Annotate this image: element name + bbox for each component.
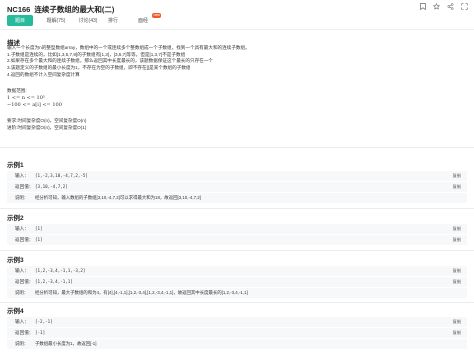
- example-1-note-box: 说明： 经分析可知，输入数组的子数组[3,10,-4,7,2]可以求得最大和为1…: [7, 193, 467, 203]
- example-1-output-box: 返回值： [3,10,-4,7,2] 复制: [7, 182, 467, 192]
- complexity-requirement: 要求:时间复杂度O(n)，空间复杂度O(n): [7, 118, 87, 123]
- example-4-input-box: 输入： [-2,-1] 复制: [7, 317, 467, 327]
- example-1-input-box: 输入： [1,-2,3,10,-4,7,2,-5] 复制: [7, 171, 467, 181]
- tab-solutions[interactable]: 题解(75): [43, 15, 69, 26]
- input-value: [1,2,-3,4,-1,1,-3,2]: [35, 268, 86, 273]
- tab-discussion[interactable]: 讨论(43): [75, 15, 101, 26]
- copy-button[interactable]: 复制: [453, 330, 461, 336]
- new-badge: new: [152, 13, 162, 18]
- example-1-title: 示例1: [7, 162, 24, 169]
- tab-bar: 题目 题解(75) 讨论(43) 排行 面经 new: [0, 13, 474, 28]
- section-divider: [0, 208, 474, 209]
- output-value: [3,10,-4,7,2]: [35, 184, 68, 189]
- note-label: 说明：: [15, 290, 29, 295]
- input-label: 输入：: [15, 226, 29, 231]
- output-value: [-1]: [35, 330, 46, 335]
- output-value: [1,2,-3,4,-1,1]: [35, 279, 73, 284]
- section-divider: [0, 250, 474, 251]
- description-line: 4.返回的数组不计入空间复杂度计算: [7, 72, 80, 77]
- section-divider: [0, 302, 474, 303]
- tab-ranking[interactable]: 排行: [104, 15, 122, 26]
- copy-button[interactable]: 复制: [453, 237, 461, 243]
- example-note: 说明： 经分析可知，输入数组的子数组[3,10,-4,7,2]可以求得最大和为1…: [15, 195, 201, 201]
- problem-title: 连续子数组的最大和(二): [34, 5, 115, 14]
- note-text: 子数组最小长度为1，故返回[-1]: [35, 341, 97, 346]
- example-note: 说明： 子数组最小长度为1，故返回[-1]: [15, 341, 96, 347]
- example-4-output-box: 返回值： [-1] 复制: [7, 328, 467, 338]
- output-label: 返回值：: [15, 330, 34, 335]
- tab-interview[interactable]: 面经: [134, 15, 152, 26]
- bookmark-icon[interactable]: [419, 3, 426, 10]
- example-3-output-box: 返回值： [1,2,-3,4,-1,1] 复制: [7, 277, 467, 287]
- tab-divider: [0, 29, 474, 30]
- header-actions: [419, 3, 468, 10]
- input-value: [-2,-1]: [35, 319, 53, 324]
- copy-button[interactable]: 复制: [453, 226, 461, 232]
- section-divider: [0, 147, 474, 148]
- example-note: 说明： 经分析可知，最大子数组的和为4，有[4],[4,-1,1],[1,2,-…: [15, 290, 248, 296]
- range-constraint-n: 1 <= n <= 10⁵: [7, 95, 45, 101]
- problem-id: NC166: [7, 5, 31, 14]
- input-value: [1]: [35, 226, 43, 231]
- note-text: 经分析可知，输入数组的子数组[3,10,-4,7,2]可以求得最大和为18，故返…: [35, 195, 201, 200]
- input-value: [1,-2,3,10,-4,7,2,-5]: [35, 173, 88, 178]
- complexity-advanced: 进阶:时间复杂度O(n)，空间复杂度O(1): [7, 125, 87, 130]
- range-heading: 数据范围:: [7, 88, 27, 93]
- input-label: 输入：: [15, 173, 29, 178]
- star-icon[interactable]: [433, 3, 440, 10]
- description-line: 2.如果存在多个最大和的连续子数组，那么返回其中长度最长的，该题数据保证这个最长…: [7, 58, 213, 63]
- problem-header: NC166 连续子数组的最大和(二): [0, 0, 474, 15]
- output-label: 返回值：: [15, 279, 34, 284]
- description-line: 3.该题定义的子数组的最小长度为1，不存在为空的子数组，即不存在[]是某个数组的…: [7, 65, 191, 70]
- example-4-title: 示例4: [7, 308, 24, 315]
- note-label: 说明：: [15, 341, 29, 346]
- tab-problem[interactable]: 题目: [7, 15, 33, 26]
- description-line: 输入一个长度为n的整型数组array，数组中的一个或连续多个整数组成一个子数组，…: [7, 45, 250, 50]
- copy-button[interactable]: 复制: [453, 268, 461, 274]
- output-label: 返回值：: [15, 184, 34, 189]
- fullscreen-icon[interactable]: [461, 3, 468, 10]
- example-3-input-box: 输入： [1,2,-3,4,-1,1,-3,2] 复制: [7, 266, 467, 276]
- example-2-output-box: 返回值： [1] 复制: [7, 235, 467, 245]
- copy-button[interactable]: 复制: [453, 279, 461, 285]
- note-text: 经分析可知，最大子数组的和为4，有[4],[4,-1,1],[1,2,-3,4]…: [35, 290, 248, 295]
- share-icon[interactable]: [447, 3, 454, 10]
- output-value: [1]: [35, 237, 43, 242]
- note-label: 说明：: [15, 195, 29, 200]
- example-3-note-box: 说明： 经分析可知，最大子数组的和为4，有[4],[4,-1,1],[1,2,-…: [7, 288, 467, 298]
- copy-button[interactable]: 复制: [453, 319, 461, 325]
- example-3-title: 示例3: [7, 257, 24, 264]
- example-4-note-box: 说明： 子数组最小长度为1，故返回[-1]: [7, 339, 467, 349]
- range-constraint-values: −100 <= a[i] <= 100: [7, 102, 62, 108]
- copy-button[interactable]: 复制: [453, 184, 461, 190]
- example-2-input-box: 输入： [1] 复制: [7, 224, 467, 234]
- output-label: 返回值：: [15, 237, 34, 242]
- copy-button[interactable]: 复制: [453, 173, 461, 179]
- input-label: 输入：: [15, 268, 29, 273]
- input-label: 输入：: [15, 319, 29, 324]
- example-2-title: 示例2: [7, 215, 24, 222]
